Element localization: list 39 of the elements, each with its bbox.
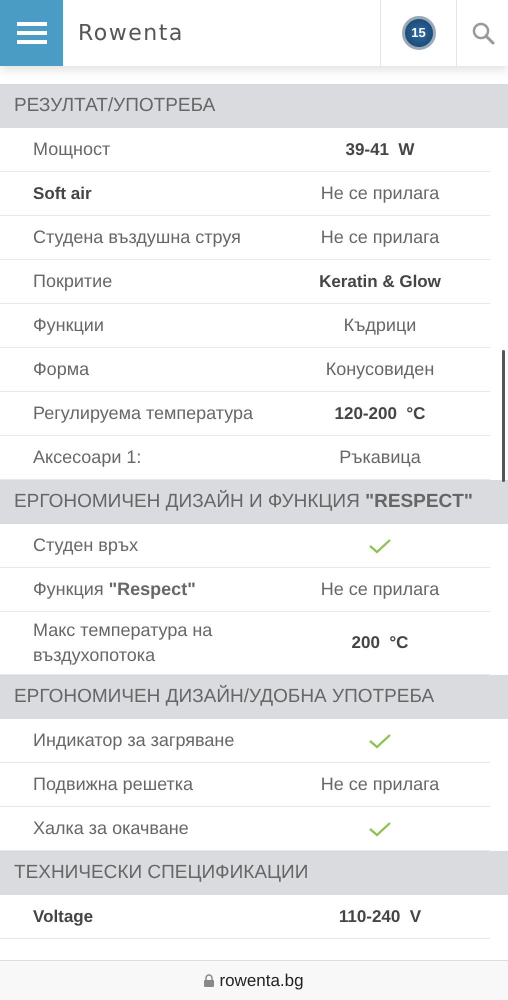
spec-value: 200 °C (350, 632, 410, 654)
spec-value: Не се прилага (320, 578, 440, 601)
spec-label: Функции (32, 314, 105, 337)
section-heading: ЕРГОНОМИЧЕН ДИЗАЙН/УДОБНА УПОТРЕБА (14, 684, 434, 710)
logo[interactable]: Rowenta (78, 16, 184, 50)
spec-label: Soft air (32, 182, 93, 205)
spec-value: 120-200 °C (334, 402, 426, 425)
spec-value: Къдрици (342, 314, 418, 337)
spec-label: Студена въздушна струя (32, 226, 242, 249)
section-heading: ТЕХНИЧЕСКИ СПЕЦИФИКАЦИИ (14, 861, 308, 886)
spec-value: Keratin & Glow (318, 270, 442, 293)
spec-label: Подвижна решетка (32, 773, 194, 796)
spec-value: Не се прилага (320, 226, 440, 249)
spec-value: Не се прилага (320, 182, 440, 205)
scrollbar[interactable] (502, 350, 505, 482)
lock-icon (204, 974, 214, 987)
spec-label: Мощност (32, 138, 112, 161)
menu-icon (16, 22, 46, 44)
spec-value: Не се прилага (320, 773, 440, 796)
section-heading: РЕЗУЛТАТ/УПОТРЕБА (14, 94, 216, 118)
spec-value: Конусовиден (324, 358, 436, 381)
spec-value: 110-240 V (338, 906, 422, 928)
spec-label: Макс температура на въздухопотока (32, 619, 214, 668)
url-text[interactable]: rowenta.bg (219, 968, 304, 994)
spec-label: Аксесоари 1: (32, 446, 142, 469)
spec-label: Индикатор за загряване (32, 729, 236, 752)
spec-label: Форма (32, 358, 90, 381)
spec-label: Студен връх (32, 534, 140, 557)
menu-button[interactable] (0, 0, 63, 66)
anniversary-badge: 15 (402, 16, 436, 50)
spec-label: Покритие (32, 270, 114, 293)
spec-value: 39-41 W (344, 138, 416, 161)
spec-value: Ръкавица (338, 446, 422, 469)
spec-label: Voltage (32, 906, 94, 928)
search-icon[interactable] (470, 21, 494, 45)
spec-label: Халка за окачване (32, 817, 190, 840)
section-heading: ЕРГОНОМИЧЕН ДИЗАЙН И ФУНКЦИЯ "RESPECT" (14, 488, 473, 514)
spec-label: Регулируема температура (32, 402, 254, 425)
spec-label: Функция "Respect" (32, 578, 197, 601)
